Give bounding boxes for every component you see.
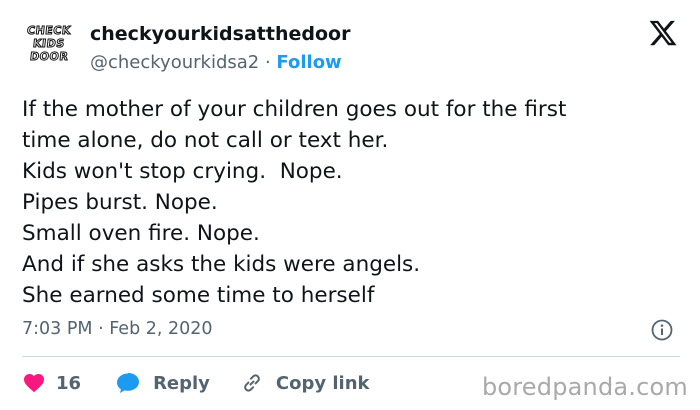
x-logo-icon[interactable] [648,18,678,48]
user-handle[interactable]: @checkyourkidsa2 [90,52,259,73]
tweet-header: CHECK KIDS DOOR checkyourkidsatthedoor @… [22,14,680,74]
tweet-line: If the mother of your children goes out … [22,97,567,122]
tweet-line: time alone, do not call or text her. [22,128,389,153]
watermark: boredpanda.com [481,373,688,401]
avatar-text-line: DOOR [29,49,70,63]
link-icon [244,374,260,392]
copy-link-button[interactable]: Copy link [240,371,370,395]
tweet-line: Pipes burst. Nope. [22,190,218,215]
reply-bubble-icon [117,373,140,393]
tweet-line: Small oven fire. Nope. [22,221,260,246]
tweet-timestamp[interactable]: 7:03 PM · Feb 2, 2020 [22,316,213,342]
tweet-text: If the mother of your children goes out … [22,94,680,311]
action-bar: 16 Reply Copy link [22,368,370,398]
handle-line: @checkyourkidsa2 · Follow [90,50,350,76]
copy-link-label: Copy link [275,372,370,394]
author-info: checkyourkidsatthedoor @checkyourkidsa2 … [90,22,350,76]
info-icon[interactable] [650,318,674,342]
like-count: 16 [56,372,82,394]
separator: · [259,52,277,73]
heart-icon [24,374,44,393]
divider [22,356,680,357]
reply-label: Reply [153,372,210,394]
avatar-text-line: CHECK [26,23,72,37]
avatar[interactable]: CHECK KIDS DOOR [22,16,76,70]
reply-button[interactable]: Reply [115,371,210,395]
like-button[interactable]: 16 [22,371,81,395]
avatar-text-line: KIDS [32,36,66,50]
display-name[interactable]: checkyourkidsatthedoor [90,22,350,46]
tweet-line: Kids won't stop crying. Nope. [22,159,343,184]
tweet-line: And if she asks the kids were angels. [22,252,421,277]
tweet-line: She earned some time to herself [22,283,375,308]
follow-button[interactable]: Follow [276,52,341,73]
